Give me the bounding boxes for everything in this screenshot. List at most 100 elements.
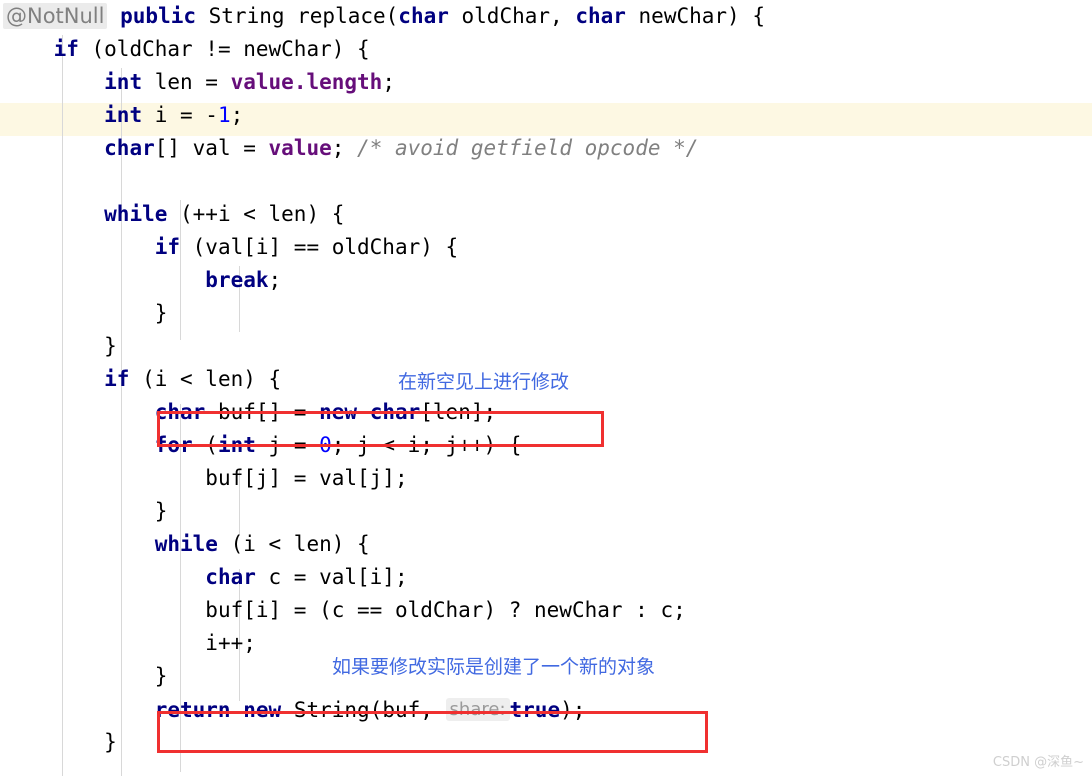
code-token-kw: true xyxy=(509,698,561,722)
code-line[interactable]: char buf[] = new char[len]; xyxy=(0,396,1092,429)
code-token-kw: int xyxy=(217,433,256,457)
code-token-plain: ; xyxy=(230,103,244,127)
code-token-fld: value xyxy=(268,136,332,160)
code-line[interactable]: char[] val = value; /* avoid getfield op… xyxy=(0,132,1092,165)
code-token-kw: if xyxy=(154,235,181,259)
code-token-kw: if xyxy=(53,37,79,61)
note-new-space: 在新空见上进行修改 xyxy=(398,371,570,393)
code-token-kw: int xyxy=(104,103,143,127)
code-token-plain: ( xyxy=(192,433,218,457)
code-line[interactable]: } xyxy=(0,495,1092,528)
code-line[interactable]: int len = value.length; xyxy=(0,66,1092,99)
code-token-kw: new xyxy=(319,400,358,424)
code-token-kw: if xyxy=(104,367,130,391)
code-token-plain: ; xyxy=(268,268,282,292)
code-line[interactable]: char c = val[i]; xyxy=(0,561,1092,594)
code-line[interactable]: if (oldChar != newChar) { xyxy=(0,33,1092,66)
code-token-kw: char xyxy=(369,400,421,424)
code-token-plain: buf[j] = val[j]; xyxy=(205,466,408,490)
note-creates-new-object: 如果要修改实际是创建了一个新的对象 xyxy=(332,656,656,678)
code-token-plain: j = xyxy=(255,433,320,457)
code-line[interactable]: } xyxy=(0,297,1092,330)
code-token-plain: } xyxy=(104,730,117,754)
code-token-plain: i++; xyxy=(205,631,256,655)
code-token-plain: (val[i] == oldChar) { xyxy=(180,235,459,259)
code-token-kw: new xyxy=(243,698,282,722)
code-token-plain: i = - xyxy=(142,103,218,127)
inline-parameter-hint[interactable]: share: xyxy=(445,698,510,721)
code-editor-viewport[interactable]: @NotNull public String replace(char oldC… xyxy=(0,0,1092,776)
code-line[interactable]: } xyxy=(0,330,1092,363)
code-line[interactable]: return new String(buf, share: true); xyxy=(0,693,1092,726)
code-token-plain: String replace( xyxy=(196,4,399,28)
code-token-kw: break xyxy=(205,268,269,292)
code-line[interactable]: break; xyxy=(0,264,1092,297)
code-token-kw: char xyxy=(575,4,626,28)
code-token-plain: c = val[i]; xyxy=(255,565,408,589)
code-token-plain: } xyxy=(154,301,168,325)
code-token-plain: (oldChar != newChar) { xyxy=(78,37,370,61)
code-token-num: 1 xyxy=(217,103,231,127)
code-line[interactable]: while (i < len) { xyxy=(0,528,1092,561)
code-token-kw: while xyxy=(104,202,168,226)
code-token-kw: char xyxy=(205,565,256,589)
code-token-kw: char xyxy=(398,4,449,28)
code-line[interactable]: for (int j = 0; j < i; j++) { xyxy=(0,429,1092,462)
code-token-plain: ; xyxy=(331,136,358,160)
code-token-kw: char xyxy=(104,136,155,160)
code-line[interactable]: if (val[i] == oldChar) { xyxy=(0,231,1092,264)
code-token-plain: } xyxy=(154,664,168,688)
code-token-plain: newChar) { xyxy=(625,4,765,28)
code-token-plain: len = xyxy=(142,70,231,94)
code-token-num: 0 xyxy=(319,433,332,457)
code-token-kw: public xyxy=(120,4,196,28)
code-token-plain: ); xyxy=(560,698,586,722)
csdn-watermark: CSDN @深鱼~ xyxy=(992,755,1084,770)
code-token-plain: [] val = xyxy=(154,136,269,160)
code-line[interactable]: buf[j] = val[j]; xyxy=(0,462,1092,495)
code-token-plain: } xyxy=(154,499,168,523)
code-token-kw: char xyxy=(154,400,206,424)
code-line[interactable]: } xyxy=(0,726,1092,759)
code-token-plain: [len]; xyxy=(420,400,497,424)
code-line[interactable]: while (++i < len) { xyxy=(0,198,1092,231)
code-token-fld: value.length xyxy=(230,70,383,94)
code-token-plain: ; xyxy=(382,70,395,94)
code-token-plain: ; j < i; j++) { xyxy=(331,433,522,457)
code-token-plain: buf[] = xyxy=(205,400,320,424)
code-token-cmt: /* avoid getfield opcode */ xyxy=(357,136,699,160)
code-line[interactable]: int i = -1; xyxy=(0,99,1092,132)
notnull-annotation-chip[interactable]: @NotNull xyxy=(3,3,108,29)
code-token-plain: oldChar, xyxy=(448,4,576,28)
code-token-kw: while xyxy=(154,532,218,556)
code-line[interactable]: buf[i] = (c == oldChar) ? newChar : c; xyxy=(0,594,1092,627)
code-token-plain: } xyxy=(104,334,117,358)
code-token-plain: String(buf, xyxy=(281,698,446,722)
code-token-kw: for xyxy=(154,433,193,457)
code-line[interactable]: @NotNull public String replace(char oldC… xyxy=(0,0,1092,33)
code-token-plain: (++i < len) { xyxy=(167,202,345,226)
code-token-kw: int xyxy=(104,70,143,94)
code-line[interactable] xyxy=(0,165,1092,198)
code-token-kw: return xyxy=(154,698,231,722)
